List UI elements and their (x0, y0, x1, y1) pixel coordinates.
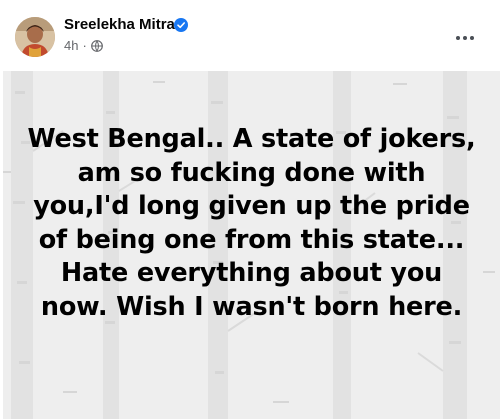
post-header: Sreelekha Mitra 4h · (0, 0, 503, 71)
meta-separator: · (82, 38, 87, 53)
post-text-line: now. Wish I wasn't born here. (40, 291, 463, 322)
post-text: West Bengal.. A state of jokers, am so f… (3, 123, 500, 324)
avatar[interactable] (15, 17, 55, 57)
post-text-line: am so fucking done with (77, 157, 426, 188)
post-text-line: West Bengal.. A state of jokers, (27, 124, 476, 154)
author-name[interactable]: Sreelekha Mitra (64, 15, 175, 35)
post-body-background: West Bengal.. A state of jokers, am so f… (3, 71, 500, 419)
globe-icon (90, 40, 103, 52)
post-text-line: Hate everything about you (60, 258, 443, 288)
more-dot (470, 36, 474, 40)
more-options-button[interactable] (449, 22, 481, 54)
more-horizontal-icon (456, 36, 460, 40)
more-dot (463, 36, 467, 40)
post-text-line: of being one from this state... (38, 224, 465, 255)
post-meta: 4h · (64, 38, 103, 54)
facebook-post: Sreelekha Mitra 4h · West Bengal.. A sta… (0, 0, 503, 419)
post-text-line: you,I'd long given up the pride (33, 191, 470, 221)
post-timestamp[interactable]: 4h (64, 38, 78, 54)
verified-badge-icon (174, 18, 188, 32)
